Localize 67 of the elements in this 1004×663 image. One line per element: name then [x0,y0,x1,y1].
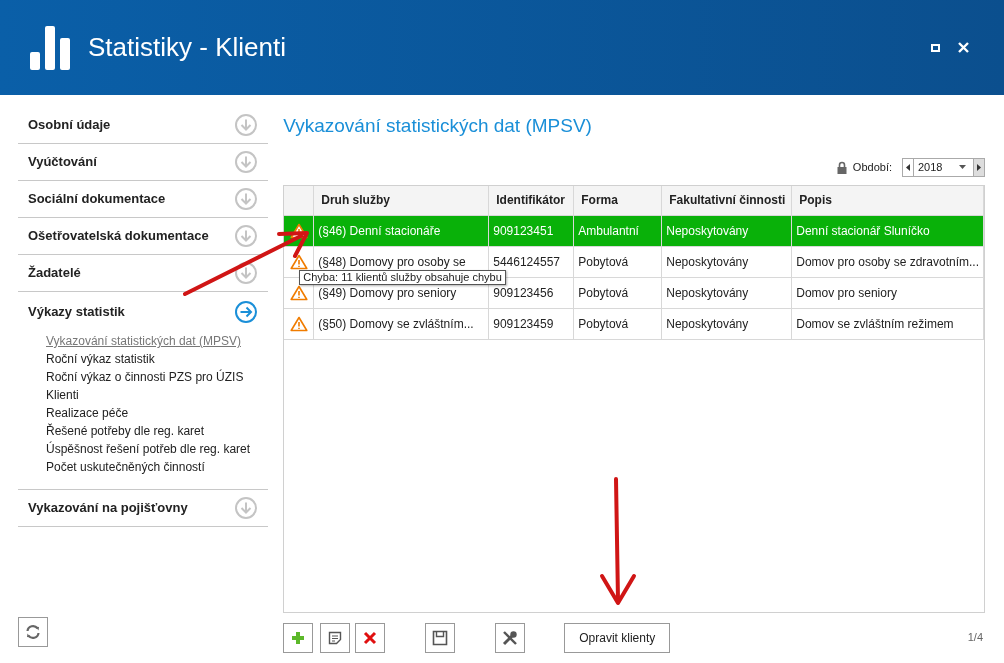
sidebar-link[interactable]: Počet uskutečněných činností [46,458,205,476]
warning-icon [289,253,308,270]
column-header[interactable]: Fakultativní činnosti [662,185,793,215]
caret-right-icon[interactable] [977,163,981,171]
caret-down-icon[interactable] [959,165,966,169]
sidebar-link[interactable]: Klienti [46,386,79,404]
tools-button[interactable] [495,622,526,653]
refresh-button[interactable] [18,617,48,647]
table-cell: Domov se zvláštním režimem [792,308,984,339]
table-cell: Neposkytovány [662,215,793,246]
add-button[interactable] [283,622,314,653]
sidebar-link[interactable]: Roční výkaz statistik [46,350,155,368]
refresh-icon [25,624,41,640]
column-header[interactable]: Popis [792,185,984,215]
page-indicator: 1/4 [967,630,983,646]
table-cell: (§50) Domovy se zvláštním... [314,308,490,339]
sidebar-link[interactable]: Realizace péče [46,404,129,422]
arrow-right-circle-icon[interactable] [234,300,259,324]
warning-icon [289,315,308,332]
plus-icon [291,630,306,645]
column-header[interactable]: Identifikátor [489,185,575,215]
sidebar-section[interactable]: Výkazy statistik [18,292,269,332]
column-header[interactable]: Forma [574,185,663,215]
bar-chart-icon [30,25,72,70]
table-cell: Domov pro osoby se zdravotním... [792,246,984,277]
window-title: Statistiky - Klienti [88,31,286,64]
table-cell: Denní stacionář Sluníčko [792,215,984,246]
sidebar-section[interactable]: Žadatelé [18,255,269,291]
table-cell: (§46) Denní stacionáře [314,215,490,246]
sidebar-link[interactable]: Roční výkaz o činnosti PZS pro ÚZIS [46,368,244,386]
table-cell: Pobytová [574,277,663,308]
document-icon [328,630,343,645]
sidebar-link[interactable]: Řešené potřeby dle reg. karet [46,422,205,440]
table-row[interactable]: (§50) Domovy se zvláštním... 909123459 Pobytová Neposkytovány Domov se zvláštním režimem [284,308,984,340]
table-cell: Pobytová [574,308,663,339]
warning-icon [289,222,308,239]
caret-left-icon[interactable] [906,163,910,171]
sidebar-link[interactable]: Úspěšnost řešení potřeb dle reg. karet [46,440,251,458]
fix-clients-button[interactable]: Opravit klienty [564,622,671,653]
save-button[interactable] [425,622,456,653]
tools-icon [501,628,520,647]
sidebar-link[interactable]: Vykazování statistických dat (MPSV) [46,332,241,350]
close-icon [363,630,378,645]
lock-icon [836,160,847,174]
delete-button[interactable] [355,622,386,653]
sidebar-section[interactable]: Vykazování na pojišťovny [18,490,269,526]
close-icon[interactable] [958,42,969,53]
table-cell: Ambulantní [574,215,663,246]
warning-icon [289,284,308,301]
period-selector[interactable]: 2018 [902,157,985,177]
table-cell: Neposkytovány [662,308,793,339]
maximize-icon[interactable] [931,43,940,52]
sidebar-section[interactable]: Vyúčtování [18,144,269,180]
arrow-down-circle-icon[interactable] [234,261,259,285]
page-heading: Vykazování statistických dat (MPSV) [283,114,593,138]
period-label: Období: [852,159,892,175]
table-cell: 909123451 [489,215,575,246]
table-cell: 909123459 [489,308,575,339]
sidebar-section[interactable]: Sociální dokumentace [18,181,269,217]
table-cell: Neposkytovány [662,277,793,308]
sidebar-section[interactable]: Osobní údaje [18,107,269,143]
column-header[interactable]: Druh služby [314,185,490,215]
table-cell: Pobytová [574,246,663,277]
sidebar-section[interactable]: Ošetřovatelská dokumentace [18,218,269,254]
table-cell: Domov pro seniory [792,277,984,308]
edit-button[interactable] [320,622,351,653]
table-cell: Neposkytovány [662,246,793,277]
